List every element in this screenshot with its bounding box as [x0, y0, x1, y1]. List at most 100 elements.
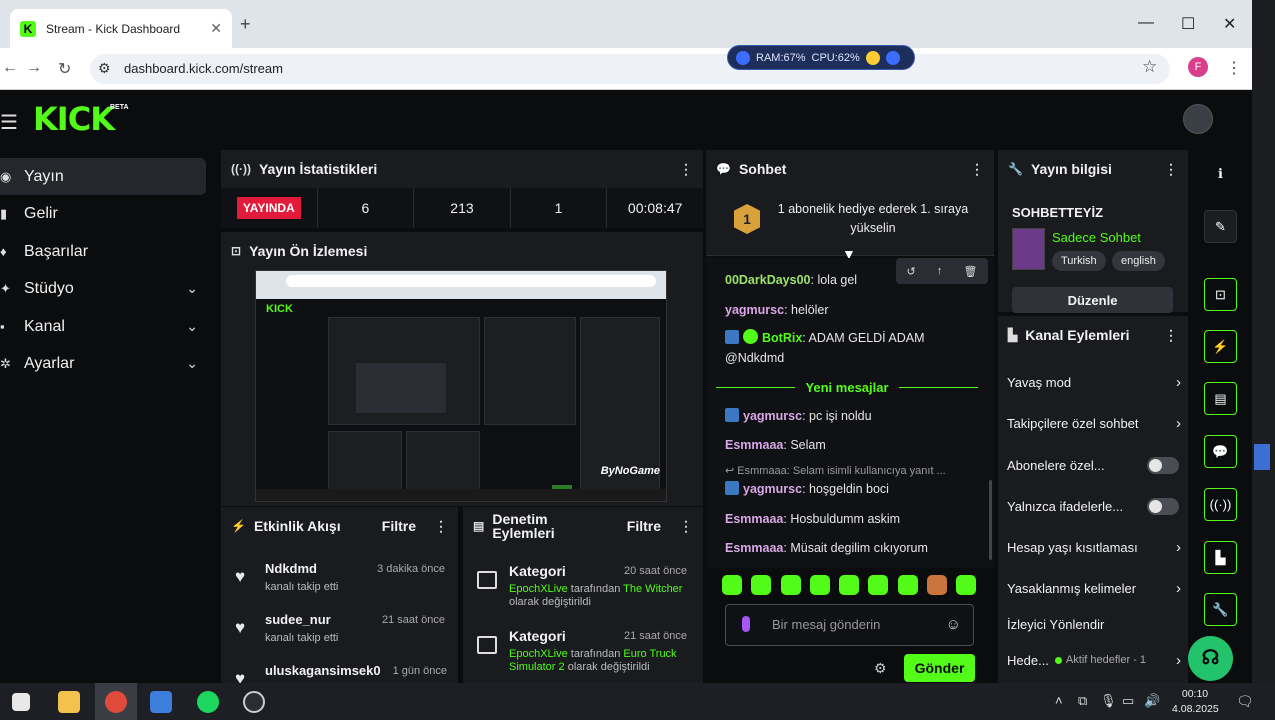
edit-pencil-icon[interactable]: ✎: [1204, 210, 1237, 243]
volume-icon[interactable]: 🔊: [1144, 693, 1160, 709]
activity-toggle-icon[interactable]: ⚡: [1204, 330, 1237, 363]
emote-icon[interactable]: [809, 575, 830, 595]
support-headset-icon[interactable]: ☊: [1188, 636, 1233, 681]
emote-icon[interactable]: [868, 575, 889, 595]
profile-avatar[interactable]: F: [1188, 57, 1208, 77]
panel-menu-icon[interactable]: ⋮: [970, 161, 984, 178]
tab-close-icon[interactable]: ✕: [210, 20, 222, 37]
sidebar-item-ayarlar[interactable]: ✲ Ayarlar ⌄: [0, 345, 206, 382]
tray-chevron-up-icon[interactable]: ˄: [1055, 693, 1063, 708]
kick-logo[interactable]: KICK: [33, 100, 115, 138]
action-account-age[interactable]: Hesap yaşı kısıtlaması ›: [1007, 535, 1181, 559]
browser-tab[interactable]: K Stream - Kick Dashboard ✕: [10, 9, 232, 48]
mod-badge-icon: [725, 408, 739, 422]
chat-input-placeholder: Bir mesaj gönderin: [772, 617, 881, 632]
emote-bar: [722, 575, 976, 597]
chat-message: Esmmaaa: Selam: [725, 438, 826, 452]
address-bar[interactable]: ⚙ dashboard.kick.com/stream: [90, 54, 1170, 84]
sidebar-item-yayin[interactable]: ◉ Yayın: [0, 158, 206, 195]
system-clock[interactable]: 00:10 4.08.2025: [1172, 687, 1219, 717]
tag-chip: Turkish: [1052, 251, 1106, 271]
stream-info-toggle-icon[interactable]: 🔧: [1204, 593, 1237, 626]
sidebar-item-kanal[interactable]: ▪ Kanal ⌄: [0, 308, 206, 345]
emote-icon[interactable]: [926, 575, 947, 595]
tab-title: Stream - Kick Dashboard: [46, 21, 181, 36]
pin-up-icon[interactable]: ↑: [937, 265, 943, 277]
panel-menu-icon[interactable]: ⋮: [434, 518, 448, 535]
beta-label: BETA: [110, 104, 129, 111]
minimize-icon[interactable]: —: [1138, 14, 1154, 32]
panel-menu-icon[interactable]: ⋮: [1164, 161, 1178, 178]
file-explorer-icon[interactable]: [58, 691, 80, 713]
sidebar-item-studyo[interactable]: ✦ Stüdyo ⌄: [0, 270, 206, 307]
pinned-message: 1 1 abonelik hediye ederek 1. sıraya yük…: [706, 188, 994, 262]
microphone-icon[interactable]: [742, 616, 750, 632]
notifications-icon[interactable]: 🗨: [1236, 693, 1254, 710]
stats-toggle-icon[interactable]: ((·)): [1204, 488, 1237, 521]
undo-icon[interactable]: ↺: [907, 265, 916, 278]
emotes-only-toggle[interactable]: [1147, 497, 1179, 515]
emote-icon[interactable]: [897, 575, 918, 595]
tray-app-icon[interactable]: ⧉: [1078, 693, 1087, 709]
bookmark-star-icon[interactable]: ☆: [1142, 57, 1157, 77]
chat-message: yagmursc: pc işi noldu: [725, 406, 980, 426]
channel-actions-toggle-icon[interactable]: ▙: [1204, 541, 1237, 574]
maximize-icon[interactable]: ☐: [1181, 14, 1195, 34]
stream-category[interactable]: Sadece Sohbet: [1052, 230, 1141, 245]
action-slow-mode[interactable]: Yavaş mod ›: [1007, 370, 1181, 394]
emote-icon[interactable]: [751, 575, 772, 595]
windows-start-icon[interactable]: [12, 693, 30, 711]
subscribers-only-toggle[interactable]: [1147, 456, 1179, 474]
emote-icon[interactable]: [956, 575, 976, 595]
site-info-icon[interactable]: ⚙: [98, 60, 111, 77]
filter-button[interactable]: Filtre: [382, 518, 416, 534]
emote-icon[interactable]: [722, 575, 742, 595]
info-icon[interactable]: ℹ: [1204, 158, 1237, 191]
trash-icon[interactable]: 🗑: [963, 265, 977, 278]
emoji-picker-icon[interactable]: ☺: [946, 616, 961, 633]
browser-menu-icon[interactable]: ⋮: [1226, 58, 1242, 78]
network-icon[interactable]: ▭: [1122, 693, 1134, 709]
stream-preview-video[interactable]: KICK ByNoGame: [255, 270, 667, 502]
reload-icon[interactable]: ↻: [58, 59, 71, 79]
chrome-icon[interactable]: [105, 691, 127, 713]
revenue-icon: ▮: [0, 205, 8, 221]
chat-settings-icon[interactable]: ⚙: [874, 660, 887, 677]
preview-nested: [356, 363, 446, 413]
chat-input[interactable]: Bir mesaj gönderin ☺: [725, 604, 974, 646]
hamburger-menu-icon[interactable]: ☰: [0, 110, 18, 135]
edit-button[interactable]: Düzenle: [1012, 287, 1173, 313]
close-window-icon[interactable]: ✕: [1223, 14, 1236, 34]
preview-mod-box: [406, 431, 480, 493]
emote-icon[interactable]: [780, 575, 801, 595]
tray-mic-icon[interactable]: 🎙: [1100, 693, 1117, 709]
back-icon[interactable]: ←: [2, 59, 18, 77]
action-subscribers-only[interactable]: Abonelere özel...: [1007, 453, 1181, 477]
action-followers-only[interactable]: Takipçilere özel sohbet ›: [1007, 411, 1181, 435]
action-raid[interactable]: İzleyici Yönlendir: [1007, 612, 1181, 636]
emote-icon[interactable]: [839, 575, 859, 595]
action-emotes-only[interactable]: Yalnızca ifadelerle...: [1007, 494, 1181, 518]
panel-menu-icon[interactable]: ⋮: [679, 518, 693, 535]
panel-menu-icon[interactable]: ⋮: [679, 161, 693, 178]
send-button[interactable]: Gönder: [904, 654, 975, 682]
mod-action-item: Kategori 21 saat önce EpochXLive tarafın…: [463, 624, 703, 683]
forward-icon[interactable]: →: [26, 59, 42, 77]
panel-menu-icon[interactable]: ⋮: [1164, 327, 1178, 344]
obs-icon[interactable]: [243, 691, 265, 713]
user-avatar[interactable]: [1183, 104, 1213, 134]
sidebar-item-gelir[interactable]: ▮ Gelir: [0, 195, 206, 232]
action-goals[interactable]: Hede... Aktif hedefler - 1 ›: [1007, 648, 1181, 672]
preview-toggle-icon[interactable]: ⊡: [1204, 278, 1237, 311]
chat-toggle-icon[interactable]: 💬: [1204, 435, 1237, 468]
spotify-icon[interactable]: [197, 691, 219, 713]
chat-scrollbar[interactable]: [989, 480, 992, 560]
mod-log-toggle-icon[interactable]: ▤: [1204, 382, 1237, 415]
new-tab-icon[interactable]: +: [240, 14, 251, 35]
filter-button[interactable]: Filtre: [627, 518, 661, 534]
panel-title: Yayın Ön İzlemesi: [249, 243, 368, 259]
store-icon[interactable]: [150, 691, 172, 713]
action-banned-words[interactable]: Yasaklanmış kelimeler ›: [1007, 576, 1181, 600]
ram-usage: RAM:67%: [756, 51, 806, 64]
sidebar-item-basarilar[interactable]: ♦ Başarılar: [0, 233, 206, 270]
